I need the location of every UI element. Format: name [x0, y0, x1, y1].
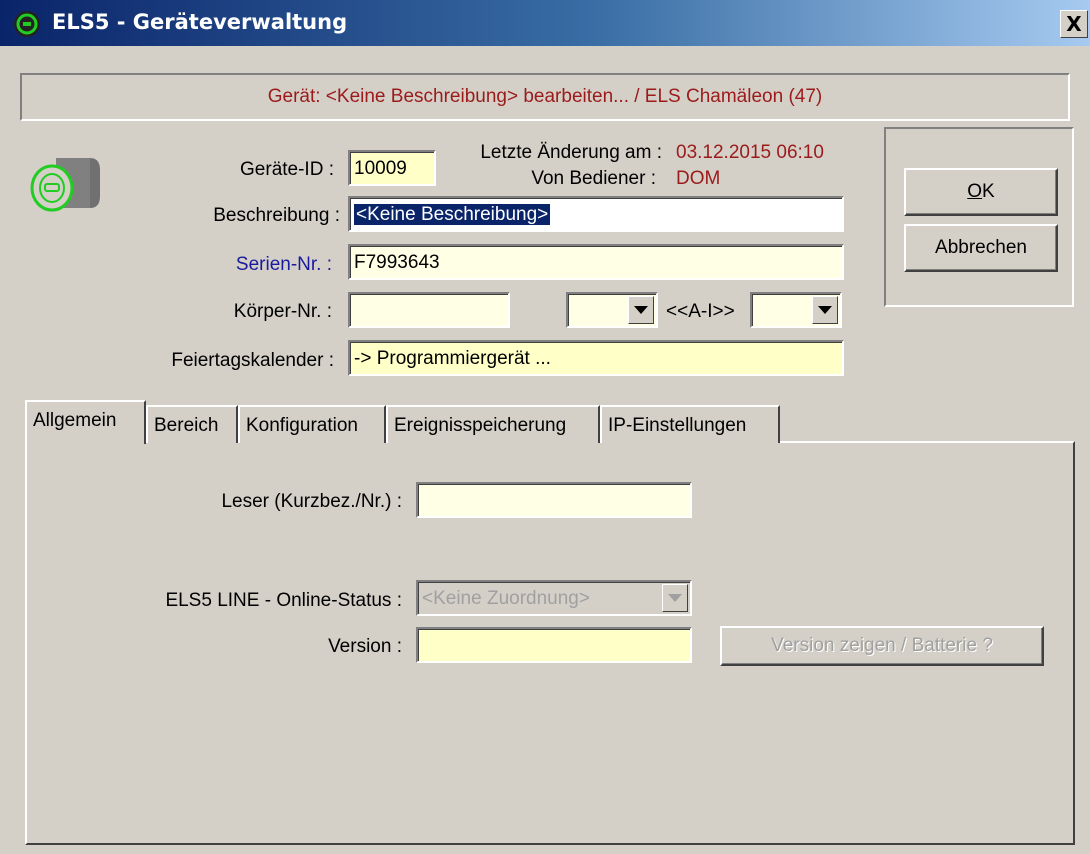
window-title: ELS5 - Geräteverwaltung	[52, 10, 348, 34]
chevron-down-icon[interactable]	[812, 296, 838, 324]
description-selected-text: <Keine Beschreibung>	[354, 204, 551, 225]
chevron-down-icon[interactable]	[628, 296, 654, 324]
cylinder-icon	[30, 158, 100, 212]
operator-label: Von Bediener :	[531, 168, 656, 189]
banner-text: Gerät: <Keine Beschreibung> bearbeiten..…	[267, 86, 823, 107]
version-label: Version :	[328, 636, 402, 657]
serial-field[interactable]: F7993643	[348, 244, 844, 280]
description-label: Beschreibung :	[213, 205, 340, 226]
cancel-button[interactable]: Abbrechen	[904, 224, 1058, 272]
online-status-label: ELS5 LINE - Online-Status :	[165, 590, 402, 611]
tab-ereignisspeicherung[interactable]: Ereignisspeicherung	[386, 405, 600, 443]
online-status-value: <Keine Zuordnung>	[422, 588, 590, 609]
holiday-calendar-field[interactable]: -> Programmiergerät ...	[348, 340, 844, 376]
tab-bereich[interactable]: Bereich	[146, 405, 238, 443]
operator-value: DOM	[676, 168, 721, 189]
tab-allgemein[interactable]: Allgemein	[25, 400, 146, 444]
body-number-label: Körper-Nr. :	[233, 301, 332, 322]
app-icon	[14, 11, 40, 37]
holiday-calendar-label: Feiertagskalender :	[171, 350, 334, 371]
description-field[interactable]: <Keine Beschreibung>	[348, 196, 844, 232]
last-change-value: 03.12.2015 06:10	[676, 142, 824, 163]
device-id-label: Geräte-ID :	[240, 159, 334, 180]
ok-button-label-rest: K	[982, 181, 995, 202]
online-status-select[interactable]: <Keine Zuordnung>	[416, 580, 692, 616]
version-field[interactable]	[416, 627, 692, 663]
body-select-2[interactable]	[750, 292, 842, 328]
ok-button[interactable]: OK	[904, 168, 1058, 216]
close-button[interactable]: X	[1060, 10, 1088, 38]
body-number-field[interactable]	[348, 292, 510, 328]
tab-konfiguration[interactable]: Konfiguration	[238, 405, 386, 443]
body-select-1[interactable]	[566, 292, 658, 328]
version-battery-button[interactable]: Version zeigen / Batterie ?	[720, 626, 1044, 666]
action-buttons-group	[884, 127, 1074, 307]
device-id-field[interactable]: 10009	[348, 150, 436, 186]
reader-field[interactable]	[416, 482, 692, 518]
ok-button-mnemonic: O	[967, 181, 983, 202]
last-change-label: Letzte Änderung am :	[480, 142, 662, 163]
chevron-down-icon[interactable]	[662, 584, 688, 612]
ai-label: <<A-I>>	[666, 301, 735, 322]
serial-label: Serien-Nr. :	[235, 254, 332, 275]
tab-ip-einstellungen[interactable]: IP-Einstellungen	[600, 405, 780, 443]
reader-label: Leser (Kurzbez./Nr.) :	[221, 491, 402, 512]
header-banner: Gerät: <Keine Beschreibung> bearbeiten..…	[20, 73, 1070, 121]
